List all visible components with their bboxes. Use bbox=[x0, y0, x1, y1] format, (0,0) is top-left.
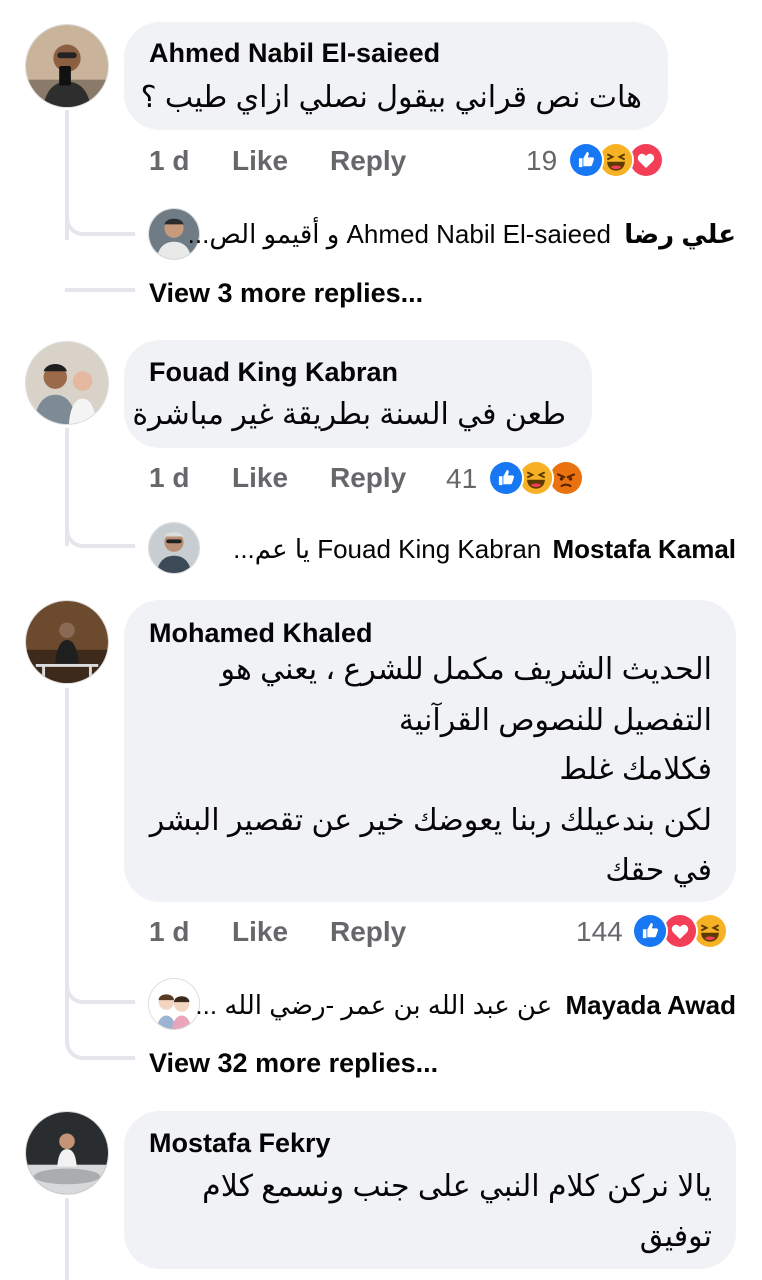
reply-button[interactable]: Reply bbox=[330, 462, 406, 494]
thread-line bbox=[65, 1198, 69, 1280]
comment-author[interactable]: Fouad King Kabran bbox=[149, 357, 398, 388]
like-reaction-icon bbox=[632, 913, 668, 949]
reply-mention: Ahmed Nabil El-saieed bbox=[346, 219, 611, 249]
comment-text-line: التفصيل للنصوص القرآنية bbox=[398, 704, 712, 737]
reply-mention: Fouad King Kabran bbox=[317, 534, 542, 564]
comment-age[interactable]: 1 d bbox=[149, 462, 189, 494]
reply-avatar[interactable] bbox=[148, 522, 200, 574]
reply-button[interactable]: Reply bbox=[330, 916, 406, 948]
thread-connector bbox=[65, 492, 135, 548]
comment-text-line: الحديث الشريف مكمل للشرع ، يعني هو bbox=[220, 653, 712, 686]
view-more-replies[interactable]: View 32 more replies... bbox=[149, 1048, 438, 1079]
like-button[interactable]: Like bbox=[232, 462, 288, 494]
view-more-replies[interactable]: View 3 more replies... bbox=[149, 278, 423, 309]
comment-text: هات نص قراني بيقول نصلي ازاي طيب ؟ bbox=[140, 81, 642, 114]
avatar[interactable] bbox=[25, 341, 109, 425]
avatar[interactable] bbox=[25, 24, 109, 108]
reply-snippet: عن عبد الله بن عمر -رضي الله ... bbox=[195, 990, 553, 1020]
comment-author[interactable]: Ahmed Nabil El-saieed bbox=[149, 38, 440, 69]
reactions-summary[interactable]: 19 bbox=[526, 142, 676, 182]
thread-connector bbox=[65, 236, 135, 292]
like-reaction-icon bbox=[488, 460, 524, 496]
like-reaction-icon bbox=[568, 142, 604, 178]
comment-text-line: في حقك bbox=[605, 854, 712, 887]
comment-text-line: توفيق bbox=[639, 1220, 712, 1253]
avatar[interactable] bbox=[25, 600, 109, 684]
reactions-summary[interactable]: 144 bbox=[576, 913, 746, 953]
avatar[interactable] bbox=[25, 1111, 109, 1195]
reply-preview[interactable]: يا عم... Fouad King Kabran Mostafa Kamal bbox=[233, 534, 736, 565]
comment-text-line: فكلامك غلط bbox=[559, 753, 712, 786]
thread-connector bbox=[65, 1004, 135, 1060]
like-button[interactable]: Like bbox=[232, 145, 288, 177]
comment-text: طعن في السنة بطريقة غير مباشرة bbox=[132, 398, 566, 431]
thread-connector bbox=[65, 948, 135, 1004]
reply-button[interactable]: Reply bbox=[330, 145, 406, 177]
reaction-count: 144 bbox=[576, 916, 623, 947]
thread-connector bbox=[65, 180, 135, 236]
comment-age[interactable]: 1 d bbox=[149, 145, 189, 177]
reply-author: Mayada Awad bbox=[565, 990, 736, 1020]
reply-author: Mostafa Kamal bbox=[552, 534, 737, 564]
reactions-summary[interactable]: 41 bbox=[446, 460, 596, 500]
like-button[interactable]: Like bbox=[232, 916, 288, 948]
comment-text-line: يالا نركن كلام النبي على جنب ونسمع كلام bbox=[202, 1170, 712, 1203]
reply-snippet: يا عم... bbox=[233, 534, 310, 564]
reaction-count: 41 bbox=[446, 463, 478, 494]
comment-author[interactable]: Mostafa Fekry bbox=[149, 1128, 331, 1159]
reply-preview[interactable]: و أقيمو الص... Ahmed Nabil El-saieed علي… bbox=[188, 219, 736, 250]
reply-author: علي رضا bbox=[624, 219, 736, 249]
comment-text-line: لكن بندعيلك ربنا يعوضك خير عن تقصير البش… bbox=[149, 804, 712, 837]
reply-preview[interactable]: عن عبد الله بن عمر -رضي الله ... Mayada … bbox=[195, 990, 736, 1021]
comment-age[interactable]: 1 d bbox=[149, 916, 189, 948]
reaction-count: 19 bbox=[526, 145, 558, 176]
reply-snippet: و أقيمو الص... bbox=[187, 219, 340, 249]
reply-avatar[interactable] bbox=[148, 978, 200, 1030]
